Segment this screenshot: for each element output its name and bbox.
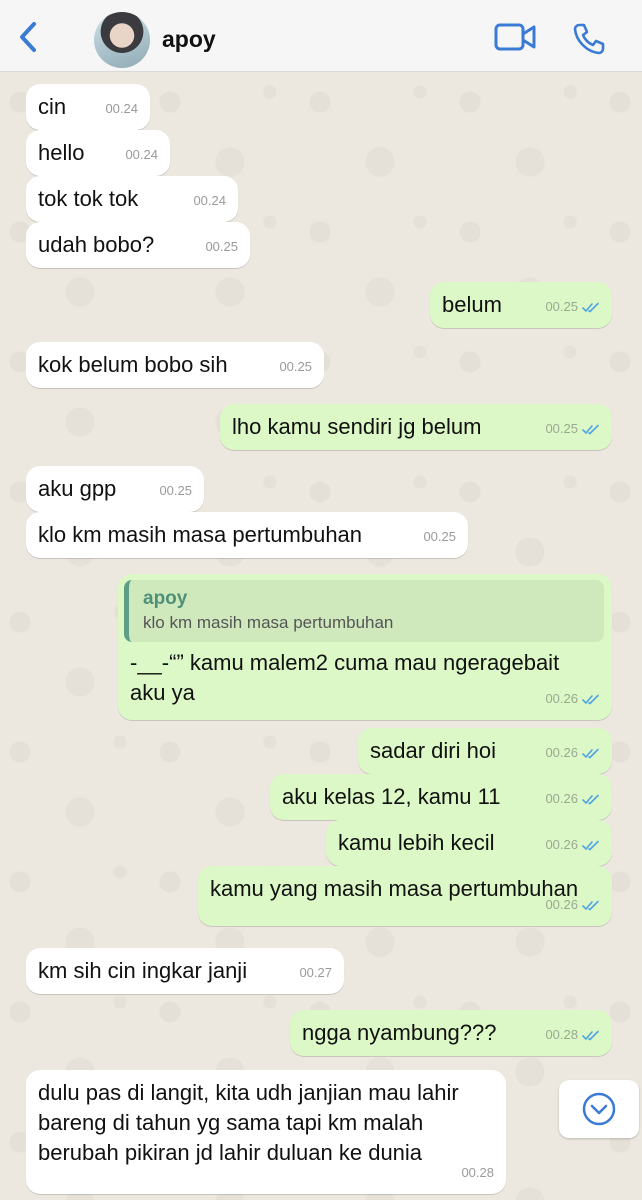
quoted-text: klo km masih masa pertumbuhan — [143, 613, 394, 632]
message-meta: 00.26 — [545, 830, 600, 860]
message-time: 00.25 — [545, 299, 578, 314]
message-time: 00.28 — [545, 1027, 578, 1042]
contact-name[interactable]: apoy — [162, 26, 216, 53]
read-ticks-icon — [582, 694, 599, 704]
incoming-message[interactable]: km sih cin ingkar janji 00.27 — [26, 948, 344, 994]
message-meta: 00.26 — [545, 784, 600, 814]
incoming-message[interactable]: dulu pas di langit, kita udh janjian mau… — [26, 1070, 506, 1194]
read-ticks-icon — [582, 794, 599, 804]
message-meta: 00.25 — [545, 414, 600, 444]
outgoing-message[interactable]: apoy klo km masih masa pertumbuhan -__-“” … — [118, 574, 612, 720]
incoming-message[interactable]: aku gpp 00.25 — [26, 466, 204, 512]
read-ticks-icon — [582, 302, 599, 312]
message-time: 00.27 — [299, 965, 332, 980]
outgoing-message[interactable]: sadar diri hoi 00.26 — [358, 728, 612, 774]
incoming-message[interactable]: udah bobo? 00.25 — [26, 222, 250, 268]
message-meta: 00.25 — [545, 292, 600, 322]
message-meta: 00.28 — [461, 1158, 494, 1188]
message-meta: 00.27 — [299, 958, 332, 988]
message-meta: 00.24 — [125, 140, 158, 170]
back-button[interactable] — [14, 20, 44, 54]
message-meta: 00.26 — [545, 738, 600, 768]
chevron-left-icon — [20, 22, 36, 52]
chevron-down-circle-icon — [582, 1092, 616, 1126]
message-text: km sih cin ingkar janji — [38, 958, 248, 983]
message-time: 00.28 — [461, 1165, 494, 1180]
phone-icon — [573, 23, 605, 55]
incoming-message[interactable]: kok belum bobo sih 00.25 — [26, 342, 324, 388]
message-text: kok belum bobo sih — [38, 352, 228, 377]
avatar[interactable] — [94, 12, 150, 68]
message-time: 00.26 — [545, 745, 578, 760]
chat-area[interactable]: cin 00.24 hello 00.24 tok tok tok 00.24 udah b… — [0, 72, 642, 1200]
message-time: 00.25 — [205, 239, 238, 254]
message-text: kamu yang masih masa pertumbuhan — [210, 876, 579, 901]
quoted-message[interactable]: apoy klo km masih masa pertumbuhan — [124, 580, 604, 642]
outgoing-message[interactable]: ngga nyambung??? 00.28 — [290, 1010, 612, 1056]
outgoing-message[interactable]: kamu lebih kecil 00.26 — [326, 820, 612, 866]
video-camera-icon — [494, 23, 536, 51]
message-meta: 00.25 — [423, 522, 456, 552]
message-time: 00.24 — [105, 101, 138, 116]
outgoing-message[interactable]: kamu yang masih masa pertumbuhan 00.26 — [198, 866, 612, 926]
message-time: 00.25 — [423, 529, 456, 544]
message-meta: 00.25 — [159, 476, 192, 506]
message-meta: 00.28 — [545, 1020, 600, 1050]
message-time: 00.26 — [545, 837, 578, 852]
read-ticks-icon — [582, 1030, 599, 1040]
message-time: 00.26 — [545, 897, 578, 912]
message-time: 00.25 — [159, 483, 192, 498]
incoming-message[interactable]: cin 00.24 — [26, 84, 150, 130]
chat-header: apoy — [0, 0, 642, 72]
outgoing-message[interactable]: lho kamu sendiri jg belum 00.25 — [220, 404, 612, 450]
scroll-to-bottom-button[interactable] — [559, 1080, 639, 1138]
outgoing-message[interactable]: aku kelas 12, kamu 11 00.26 — [270, 774, 612, 820]
message-text: dulu pas di langit, kita udh janjian mau… — [38, 1080, 459, 1165]
incoming-message[interactable]: tok tok tok 00.24 — [26, 176, 238, 222]
message-time: 00.25 — [545, 421, 578, 436]
video-call-button[interactable] — [494, 22, 536, 52]
message-meta: 00.25 — [279, 352, 312, 382]
incoming-message[interactable]: hello 00.24 — [26, 130, 170, 176]
quoted-sender: apoy — [143, 588, 188, 609]
read-ticks-icon — [582, 424, 599, 434]
message-meta: 00.26 — [545, 684, 600, 714]
message-time: 00.24 — [125, 147, 158, 162]
message-meta: 00.24 — [193, 186, 226, 216]
message-time: 00.26 — [545, 791, 578, 806]
message-time: 00.24 — [193, 193, 226, 208]
message-meta: 00.25 — [205, 232, 238, 262]
read-ticks-icon — [582, 900, 599, 910]
incoming-message[interactable]: klo km masih masa pertumbuhan 00.25 — [26, 512, 468, 558]
read-ticks-icon — [582, 840, 599, 850]
message-time: 00.26 — [545, 691, 578, 706]
voice-call-button[interactable] — [572, 22, 606, 56]
message-meta: 00.26 — [545, 890, 600, 920]
message-time: 00.25 — [279, 359, 312, 374]
outgoing-message[interactable]: belum 00.25 — [430, 282, 612, 328]
message-meta: 00.24 — [105, 94, 138, 124]
message-text: -__-“” kamu malem2 cuma mau ngeragebait … — [130, 650, 560, 705]
message-text: klo km masih masa pertumbuhan — [38, 522, 363, 547]
read-ticks-icon — [582, 748, 599, 758]
